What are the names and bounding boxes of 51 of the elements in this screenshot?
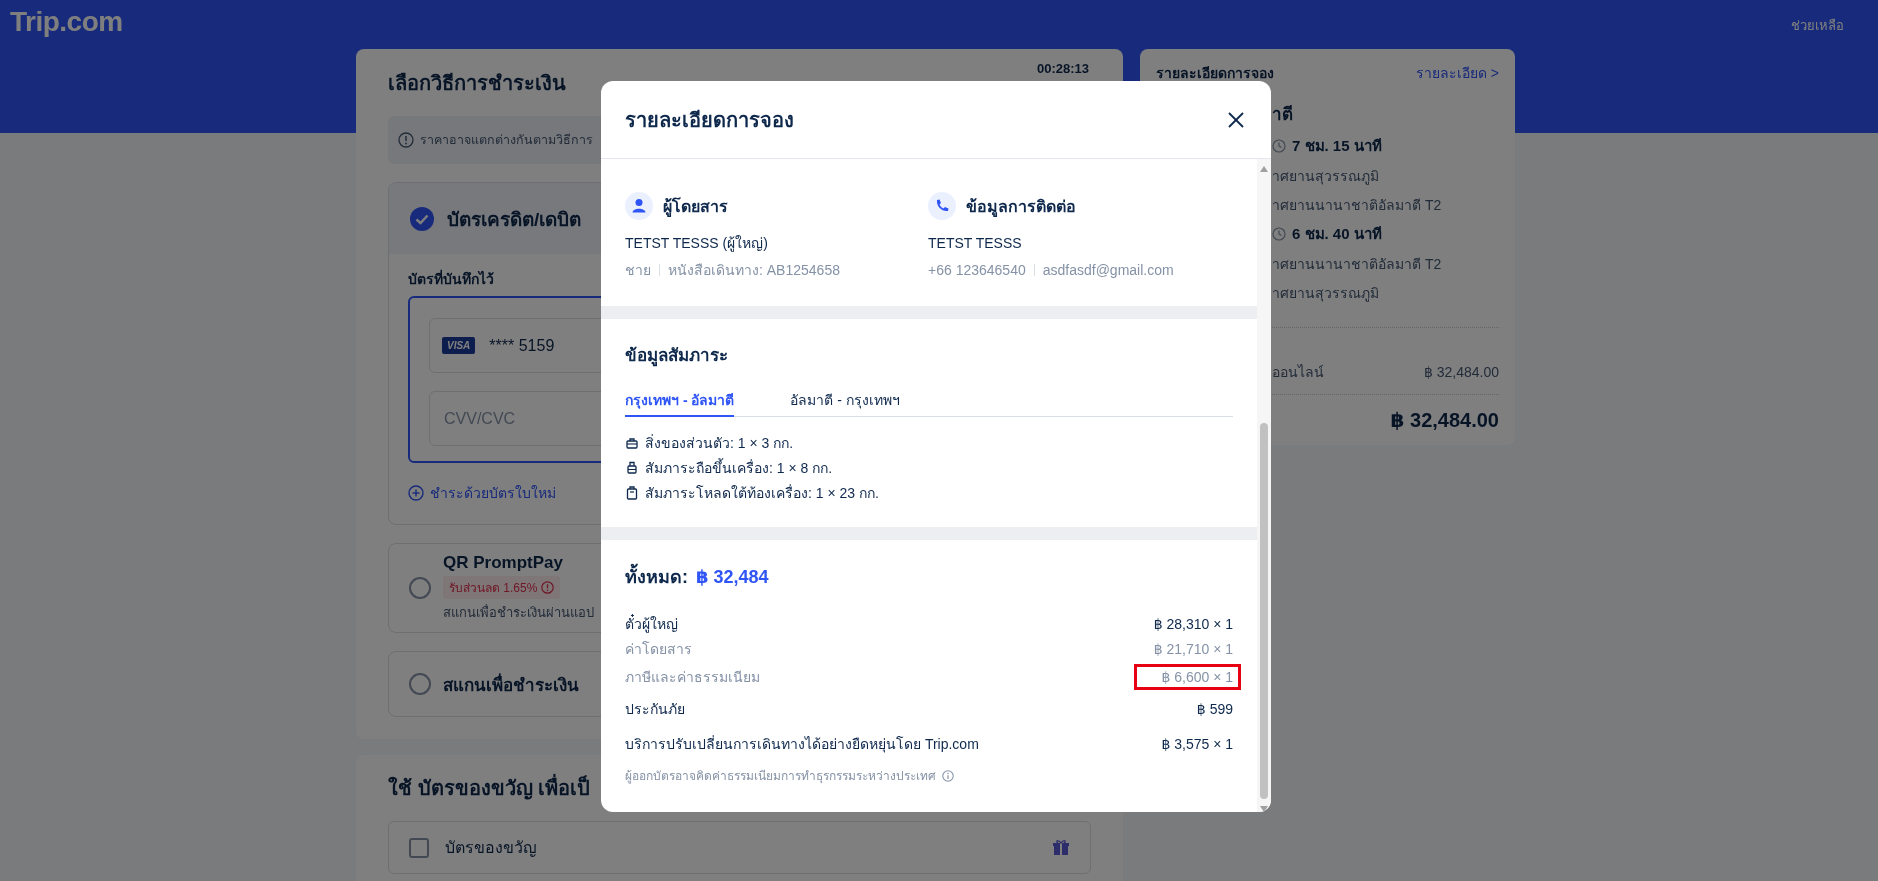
price-amount: ฿ 3,575 × 1	[1160, 735, 1234, 754]
section-title: ใช้ บัตรของขวัญ เพื่อเป็	[388, 775, 591, 801]
passport-number: หนังสือเดินทาง: AB1254658	[668, 261, 840, 280]
price-amount: ฿ 28,310 × 1	[1152, 615, 1234, 634]
departure-airport: าศยานนานาชาติอัลมาตี T2	[1272, 255, 1442, 274]
baggage-allowance: สัมภาระถือขึ้นเครื่อง: 1 × 8 กก.	[645, 458, 833, 478]
passenger-heading: ผู้โดยสาร	[663, 196, 728, 219]
option-label: บัตรของขวัญ	[445, 838, 538, 859]
price-label: ประกันภัย	[625, 700, 685, 719]
passenger-name: TETST TESSS (ผู้ใหญ่)	[625, 234, 768, 253]
price-amount: ฿ 32,484.00	[1423, 363, 1499, 382]
price-amount: ฿ 21,710 × 1	[1152, 640, 1234, 659]
option-description: สแกนเพื่อชำระเงินผ่านแอป	[443, 603, 594, 622]
saved-cards-label: บัตรที่บันทึกไว้	[408, 269, 494, 289]
route-title: าตี	[1272, 104, 1293, 126]
option-label: QR PromptPay	[443, 553, 563, 573]
card-number: **** 5159	[489, 336, 555, 355]
contact-email: asdfasdf@gmail.com	[1042, 261, 1174, 280]
discount-text: รับส่วนลด 1.65%	[449, 580, 538, 597]
total-label: ทั้งหมด:	[625, 564, 688, 590]
card-brand-logo: VISA	[442, 337, 476, 354]
total-price: ฿ 32,484	[696, 566, 769, 589]
arrival-airport: าศยานสุวรรณภูมิ	[1272, 284, 1379, 303]
contact-heading: ข้อมูลการติดต่อ	[966, 196, 1076, 219]
contact-name: TETST TESSS	[928, 234, 1022, 253]
price-amount: ฿ 6,600 × 1	[1137, 667, 1238, 687]
arrival-airport: าศยานนานาชาติอัลมาตี T2	[1272, 196, 1442, 215]
countdown-timer: 00:28:13	[1036, 61, 1089, 77]
total-price: ฿ 32,484.00	[1390, 408, 1499, 433]
price-amount: ฿ 599	[1195, 700, 1234, 719]
flight-duration: 6 ชม. 40 นาที	[1292, 224, 1382, 244]
contact-phone: +66 123646540	[928, 261, 1026, 280]
price-label: ออนไลน์	[1272, 363, 1324, 382]
price-label: ค่าโดยสาร	[625, 640, 692, 659]
flight-duration: 7 ชม. 15 นาที	[1292, 136, 1382, 156]
section-title: เลือกวิธีการชำระเงิน	[388, 71, 566, 96]
option-label: สแกนเพื่อชำระเงิน	[443, 672, 579, 697]
dialog-title: รายละเอียดการจอง	[625, 107, 794, 133]
option-label: บัตรเครดิต/เดบิต	[447, 207, 582, 232]
price-label: ภาษีและค่าธรรมเนียม	[625, 668, 760, 687]
price-label: ตั๋วผู้ใหญ่	[625, 614, 678, 634]
fee-note: ผู้ออกบัตรอาจคิดค่าธรรมเนียมการทำธุรกรรมระหว่างประเทศ	[625, 768, 936, 784]
departure-airport: าศยานสุวรรณภูมิ	[1272, 167, 1379, 186]
price-label: บริการปรับเปลี่ยนการเดินทางได้อย่างยืดหยุ่นโดย Trip.com	[625, 734, 979, 754]
new-card-text: ชำระด้วยบัตรใบใหม่	[430, 484, 556, 503]
baggage-allowance: สิ่งของส่วนตัว: 1 × 3 กก.	[645, 433, 794, 453]
passenger-gender: ชาย	[625, 261, 651, 280]
summary-title: รายละเอียดการจอง	[1156, 64, 1274, 83]
baggage-allowance: สัมภาระโหลดใต้ท้องเครื่อง: 1 × 23 กก.	[645, 483, 879, 503]
notice-text: ราคาอาจแตกต่างกันตามวิธีการ	[420, 132, 593, 149]
baggage-title: ข้อมูลสัมภาระ	[625, 345, 728, 368]
